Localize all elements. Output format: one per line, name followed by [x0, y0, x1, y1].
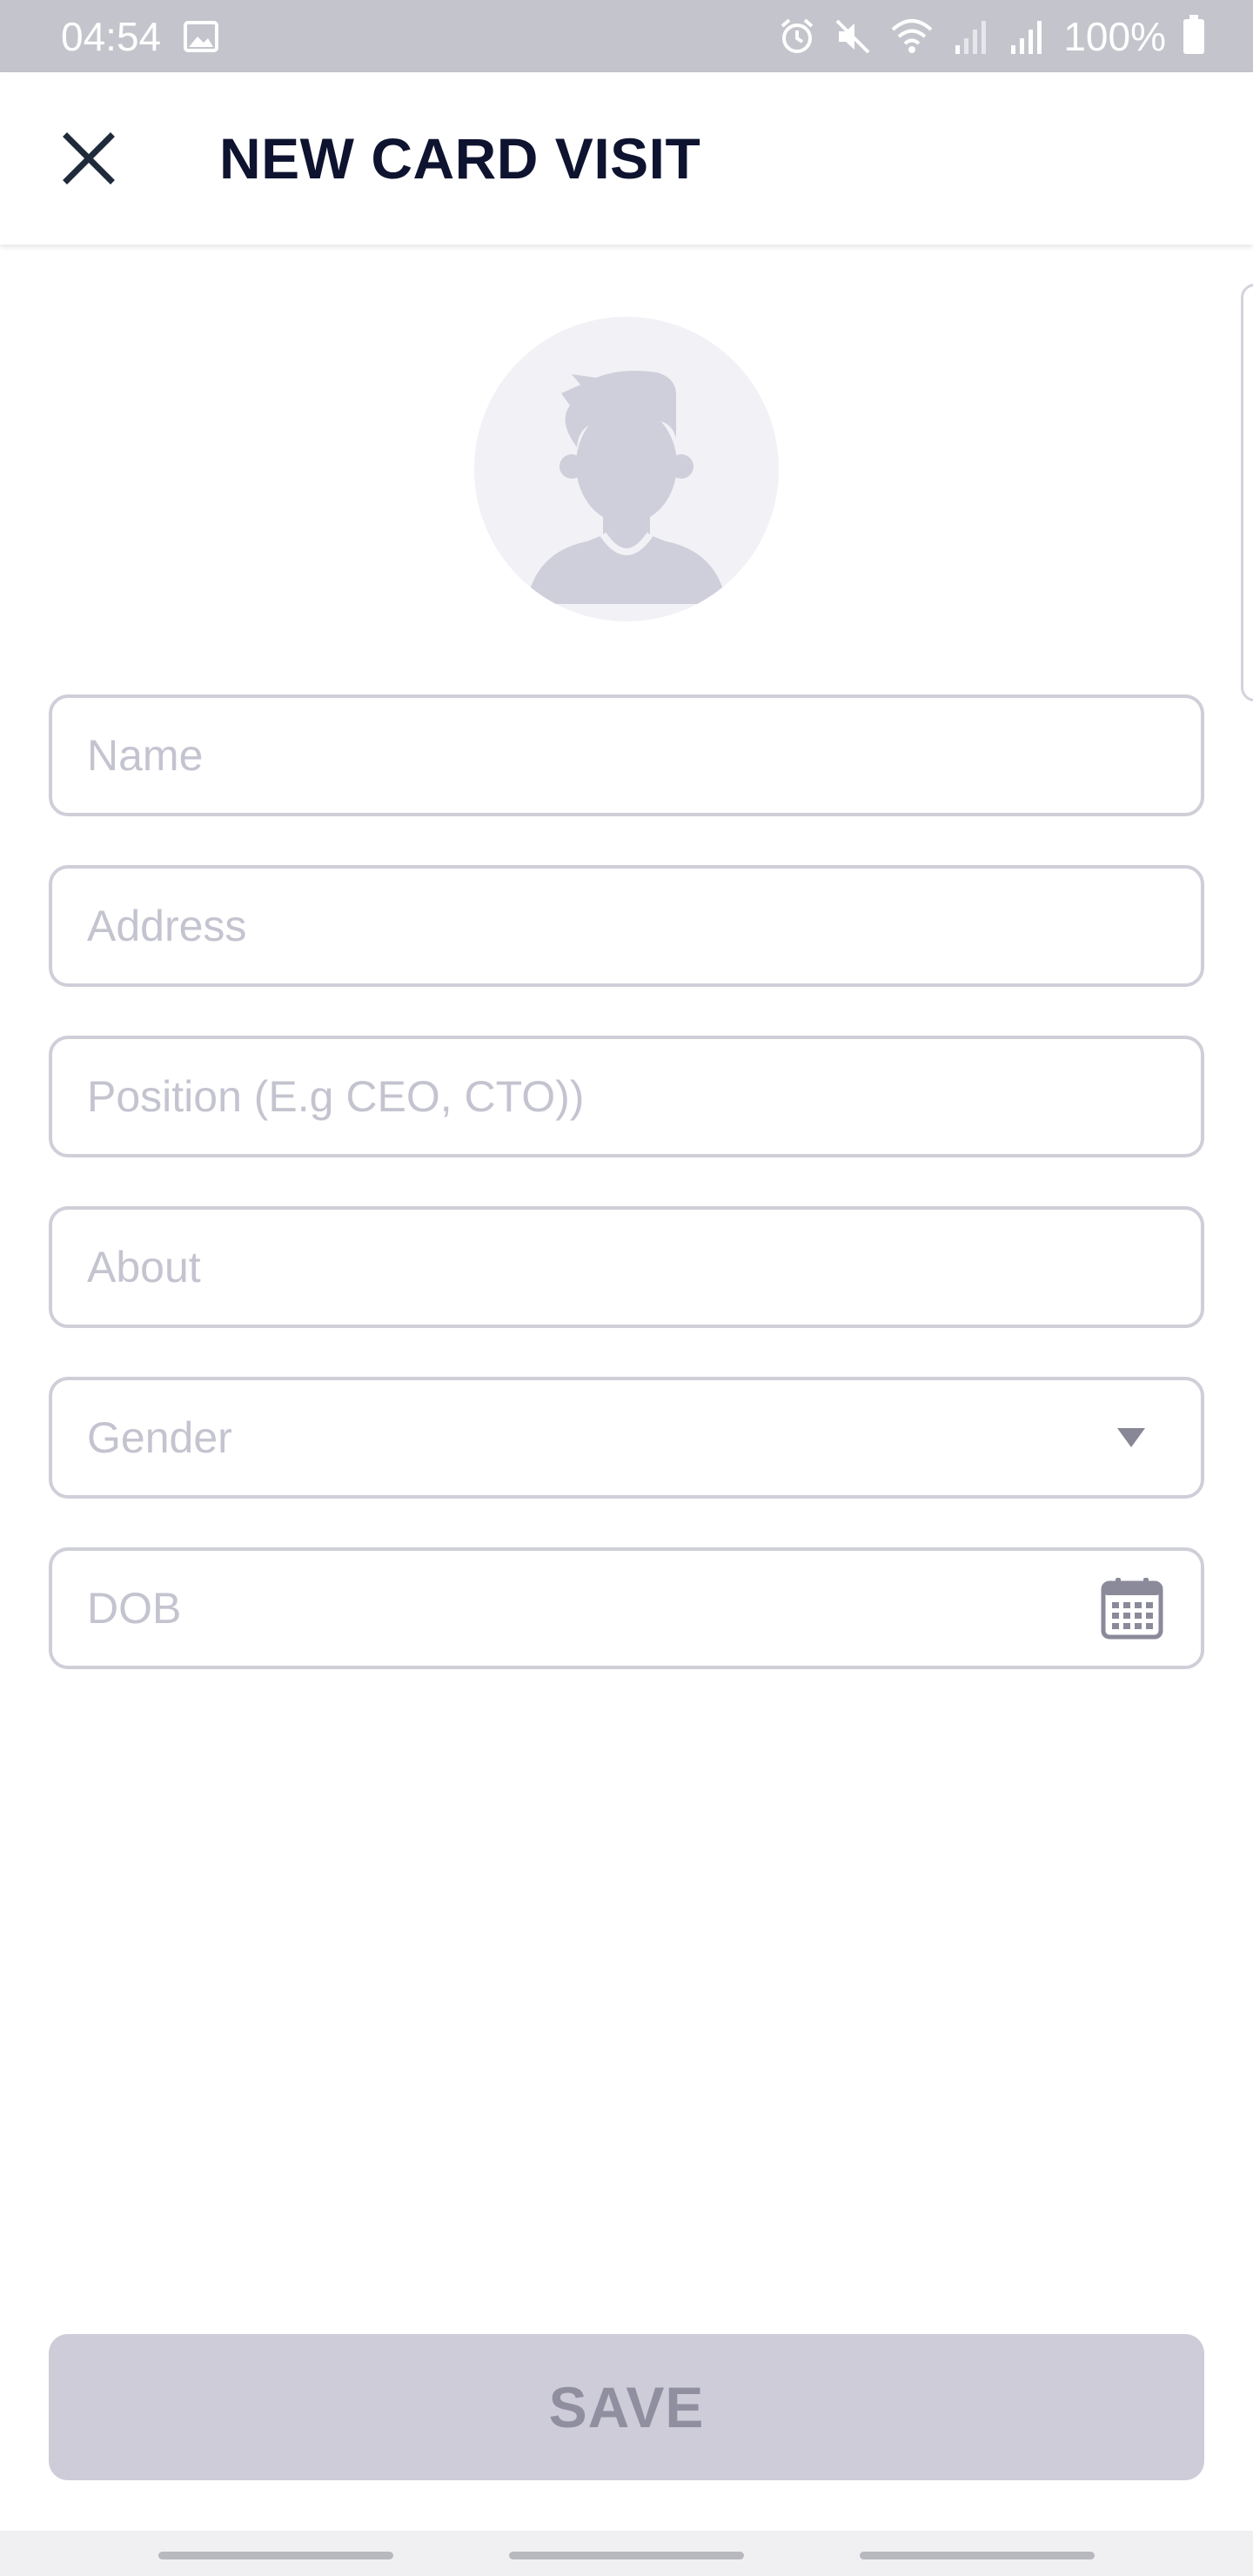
- close-icon: [63, 132, 115, 184]
- battery-icon: [1183, 14, 1204, 54]
- app-bar: NEW CARD VISIT: [0, 72, 1253, 245]
- nav-recent-button[interactable]: [158, 2552, 393, 2559]
- dob-placeholder: DOB: [87, 1584, 182, 1633]
- signal-icon: [955, 20, 987, 54]
- name-field[interactable]: [49, 694, 1204, 816]
- page-title: NEW CARD VISIT: [219, 126, 701, 191]
- name-input[interactable]: [87, 730, 1166, 781]
- dob-field[interactable]: DOB: [49, 1547, 1204, 1669]
- gender-placeholder: Gender: [87, 1413, 232, 1462]
- about-input[interactable]: [87, 1242, 1166, 1292]
- status-left: 04:54: [61, 13, 219, 60]
- position-input[interactable]: [87, 1071, 1166, 1122]
- position-field[interactable]: [49, 1036, 1204, 1157]
- nav-back-button[interactable]: [860, 2552, 1095, 2559]
- nav-home-button[interactable]: [509, 2552, 744, 2559]
- save-button[interactable]: SAVE: [49, 2334, 1204, 2480]
- wifi-icon: [891, 18, 933, 53]
- address-input[interactable]: [87, 901, 1166, 951]
- battery-percentage: 100%: [1063, 13, 1166, 59]
- status-right: 100%: [778, 13, 1204, 60]
- avatar-placeholder-icon: [526, 371, 727, 604]
- status-time: 04:54: [61, 13, 162, 59]
- signal-icon-2: [1011, 20, 1042, 54]
- dropdown-arrow-icon: [1117, 1428, 1145, 1447]
- close-button[interactable]: [44, 113, 134, 204]
- edge-panel-handle[interactable]: [1241, 284, 1253, 701]
- about-field[interactable]: [49, 1206, 1204, 1328]
- status-bar: 04:54 100%: [0, 0, 1253, 72]
- alarm-icon: [781, 17, 814, 53]
- system-nav-bar: [0, 2531, 1253, 2576]
- gender-select[interactable]: Gender: [49, 1377, 1204, 1499]
- avatar-picker[interactable]: [474, 317, 779, 621]
- address-field[interactable]: [49, 865, 1204, 987]
- mute-icon: [835, 19, 870, 53]
- calendar-icon[interactable]: [1100, 1576, 1164, 1640]
- image-icon: [184, 20, 219, 52]
